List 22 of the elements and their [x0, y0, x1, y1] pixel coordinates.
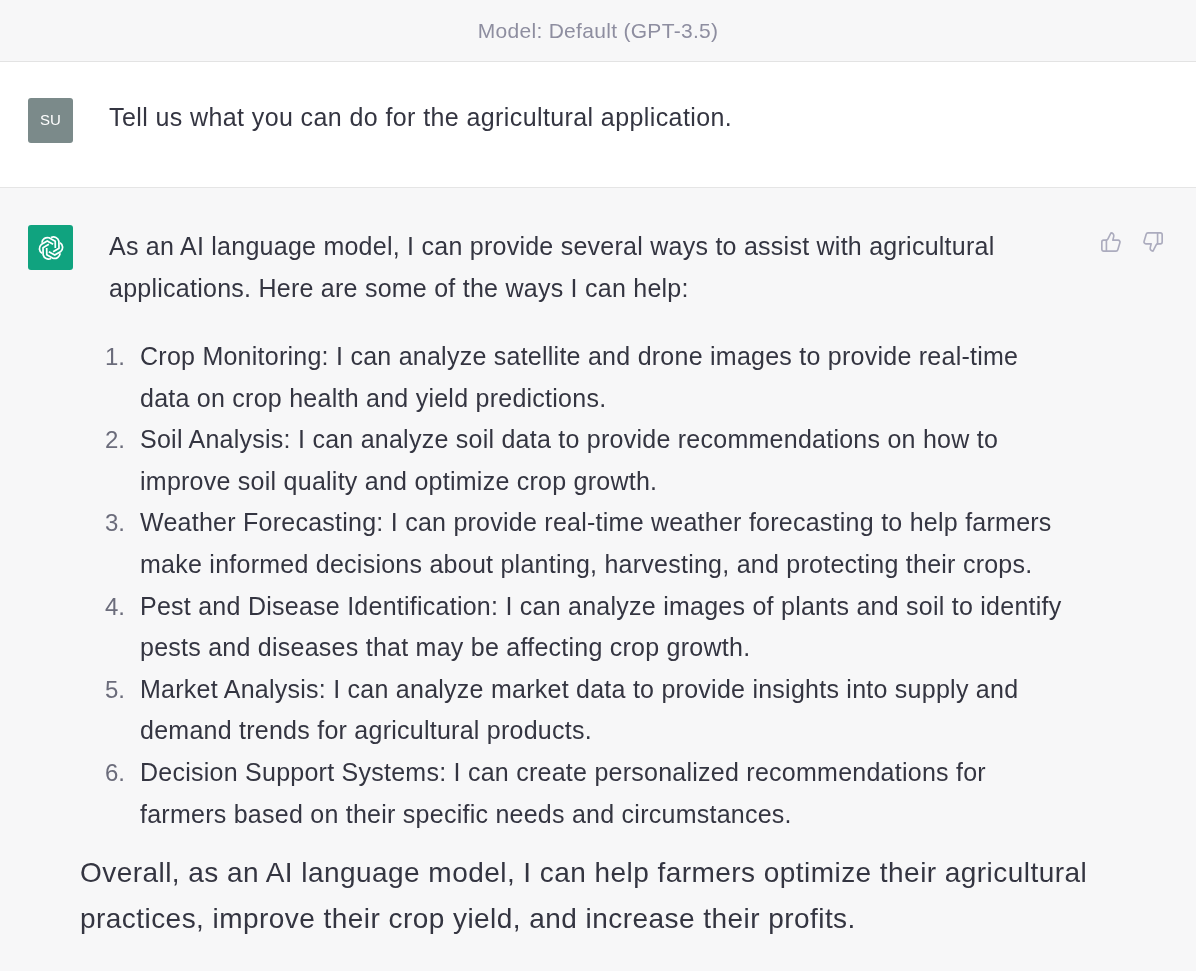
- assistant-logo-icon: [28, 225, 73, 270]
- list-number: 2.: [105, 425, 122, 456]
- list-number: 5.: [105, 674, 122, 705]
- list-item-text: Decision Support Systems: I can create personalized recommendations for farmers based on their specific needs and circumstances.: [140, 756, 987, 830]
- thumbs-up-button[interactable]: [1100, 231, 1122, 253]
- model-label: Model: Default (GPT-3.5): [477, 17, 719, 44]
- list-number: 1.: [105, 342, 122, 372]
- list-number: 6.: [105, 757, 122, 788]
- thumbs-down-button[interactable]: [1142, 231, 1164, 253]
- list-item-text: Crop Monitoring: I can analyze satellite and drone images to provide real-time data on crop health and yield predictions.: [140, 341, 1020, 414]
- list-item-text: Market Analysis: I can analyze market data to provide insights into supply and demand trends for agricultural products.: [140, 673, 1020, 747]
- thumbs-up-icon: [1100, 231, 1122, 253]
- assistant-intro-text: As an AI language model, I can provide several ways to assist with agricultural applications. Here are some of the ways I can help:: [109, 231, 996, 304]
- list-item-text: Soil Analysis: I can analyze soil data to provide recommendations on how to improve soil quality and optimize crop growth.: [140, 424, 1000, 497]
- list-item-text: Pest and Disease Identification: I can analyze images of plants and soil to identify pests and diseases that may be affecting crop growth.: [140, 590, 1063, 664]
- list-number: 4.: [105, 591, 122, 622]
- user-message-text: Tell us what you can do for the agricultural application.: [109, 102, 733, 133]
- assistant-conclusion-text: Overall, as an AI language model, I can help farmers optimize their agricultural practices, improve their crop yield, and increase their profits.: [80, 856, 1089, 937]
- list-item-text: Weather Forecasting: I can provide real-time weather forecasting to help farmers make informed decisions about planting, harvesting, and protecting their crops.: [140, 507, 1053, 580]
- user-avatar: SU: [28, 98, 73, 143]
- list-number: 3.: [105, 508, 122, 539]
- thumbs-down-icon: [1142, 231, 1164, 253]
